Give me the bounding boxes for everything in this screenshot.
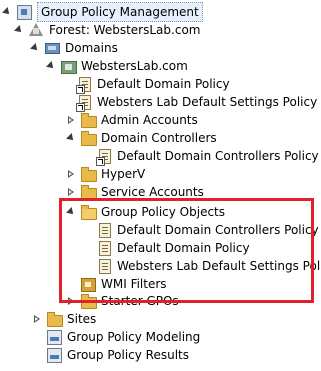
- tree-node-gpo-folder[interactable]: Group Policy Objects: [66, 203, 225, 221]
- gpm-console-icon: [16, 4, 32, 20]
- modeling-icon: [46, 329, 62, 345]
- tree-node-gpo-link[interactable]: Default Domain Policy: [76, 75, 230, 94]
- gpo-link-label: Default Domain Policy: [97, 77, 230, 91]
- forest-icon: [28, 22, 44, 38]
- tree-node-ou[interactable]: Admin Accounts: [66, 111, 198, 129]
- tree-node-results[interactable]: Group Policy Results: [46, 346, 189, 364]
- domain-icon: [60, 58, 77, 74]
- folder-icon: [80, 184, 97, 200]
- gpo-folder-label: Group Policy Objects: [101, 205, 226, 219]
- results-label: Group Policy Results: [67, 348, 190, 362]
- folder-icon: [80, 130, 97, 146]
- expand-arrow-icon[interactable]: [66, 115, 76, 125]
- tree-node-modeling[interactable]: Group Policy Modeling: [46, 328, 200, 346]
- domain-label: WebstersLab.com: [81, 59, 188, 73]
- folder-icon: [46, 311, 63, 327]
- tree-node-ou[interactable]: Domain Controllers: [66, 129, 217, 147]
- tree-node-wmi[interactable]: WMI Filters: [80, 275, 167, 293]
- ou-label: Domain Controllers: [101, 131, 217, 145]
- folder-icon: [80, 166, 97, 182]
- gpo-label: Default Domain Controllers Policy: [117, 223, 319, 237]
- gpo-link-icon: [76, 76, 92, 94]
- tree-node-ou[interactable]: HyperV: [66, 165, 145, 183]
- tree-node-domains[interactable]: Domains: [30, 39, 118, 57]
- gpo-icon: [96, 258, 112, 274]
- tree-node-gpo[interactable]: Default Domain Controllers Policy: [96, 221, 319, 239]
- expand-arrow-icon[interactable]: [66, 169, 76, 179]
- collapse-arrow-icon[interactable]: [2, 7, 12, 17]
- gpo-icon: [96, 240, 112, 256]
- tree-node-gpo[interactable]: Websters Lab Default Settings Policy: [96, 257, 321, 275]
- folder-icon: [80, 112, 97, 128]
- tree-node-gpo[interactable]: Default Domain Policy: [96, 239, 250, 257]
- folder-icon: [80, 293, 97, 309]
- gpo-label: Default Domain Policy: [117, 241, 250, 255]
- gpo-label: Websters Lab Default Settings Policy: [117, 259, 321, 273]
- results-icon: [46, 347, 62, 363]
- tree-node-sites[interactable]: Sites: [32, 310, 96, 328]
- tree-node-ou[interactable]: Service Accounts: [66, 183, 204, 201]
- collapse-arrow-icon[interactable]: [14, 25, 24, 35]
- wmi-filter-icon: [80, 276, 96, 292]
- ou-label: HyperV: [101, 167, 146, 181]
- tree-node-gpo-link[interactable]: Websters Lab Default Settings Policy: [76, 93, 318, 112]
- gpo-icon: [96, 222, 112, 238]
- gpo-link-icon: [96, 148, 112, 166]
- gpm-tree: Group Policy Management Forest: Websters…: [0, 0, 321, 371]
- expand-arrow-icon[interactable]: [66, 187, 76, 197]
- folder-open-icon: [80, 204, 97, 220]
- gpo-link-label: Default Domain Controllers Policy: [117, 149, 319, 163]
- collapse-arrow-icon[interactable]: [30, 43, 40, 53]
- wmi-label: WMI Filters: [101, 277, 167, 291]
- gpo-link-label: Websters Lab Default Settings Policy: [97, 95, 318, 109]
- collapse-arrow-icon[interactable]: [66, 133, 76, 143]
- collapse-arrow-icon[interactable]: [66, 207, 76, 217]
- modeling-label: Group Policy Modeling: [67, 330, 201, 344]
- tree-node-gpo-link[interactable]: Default Domain Controllers Policy: [96, 147, 319, 166]
- root-label: Group Policy Management: [37, 2, 203, 22]
- domains-icon: [44, 40, 60, 56]
- tree-node-forest[interactable]: Forest: WebstersLab.com: [14, 21, 200, 39]
- expand-arrow-icon[interactable]: [32, 314, 42, 324]
- ou-label: Admin Accounts: [101, 113, 198, 127]
- gpo-link-icon: [76, 94, 92, 112]
- tree-node-root[interactable]: Group Policy Management: [2, 2, 203, 22]
- expand-arrow-icon[interactable]: [66, 296, 76, 306]
- tree-node-domain[interactable]: WebstersLab.com: [46, 57, 188, 75]
- domains-label: Domains: [65, 41, 118, 55]
- collapse-arrow-icon[interactable]: [46, 61, 56, 71]
- forest-label: Forest: WebstersLab.com: [49, 23, 201, 37]
- ou-label: Service Accounts: [101, 185, 204, 199]
- starter-label: Starter GPOs: [101, 294, 179, 308]
- tree-node-starter[interactable]: Starter GPOs: [66, 292, 179, 310]
- sites-label: Sites: [67, 312, 97, 326]
